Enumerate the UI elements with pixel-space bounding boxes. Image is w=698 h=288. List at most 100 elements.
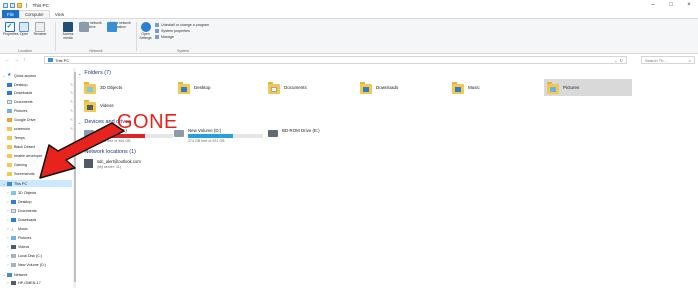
- sidebar-item-new-volume[interactable]: › New Volume (D:): [6, 261, 46, 268]
- refresh-icon[interactable]: ↻: [620, 58, 623, 63]
- download-icon: [7, 90, 12, 95]
- sidebar-item-pc-pictures[interactable]: › Pictures: [6, 234, 31, 241]
- folder-icon: [178, 81, 190, 94]
- folders-section-header[interactable]: ⌄ Folders (7): [78, 70, 111, 76]
- add-network-location-button[interactable]: Add a network location: [107, 21, 133, 32]
- chevron-right-icon[interactable]: ›: [6, 245, 10, 249]
- breadcrumb[interactable]: This PC: [55, 58, 69, 63]
- folder-tile-pictures[interactable]: Pictures: [544, 79, 632, 96]
- sidebar-item-pc-documents[interactable]: › Documents: [6, 207, 37, 214]
- maximize-button[interactable]: □: [662, 0, 680, 10]
- sidebar-item-screenshots[interactable]: Screenshots: [7, 170, 35, 177]
- forward-arrow-icon[interactable]: →: [14, 57, 19, 63]
- chevron-down-icon[interactable]: ⌄: [78, 120, 81, 125]
- chevron-right-icon[interactable]: ›: [6, 263, 10, 267]
- document-icon: [11, 208, 16, 213]
- sidebar-item-quick-access[interactable]: ⌄ ★ Quick access: [2, 72, 36, 79]
- sidebar-item-network[interactable]: ⌄ Network: [2, 271, 28, 278]
- this-pc-icon: [48, 58, 53, 62]
- chevron-right-icon[interactable]: ›: [6, 209, 10, 213]
- ribbon-group-network: Access media Map network drive Add a net…: [58, 21, 134, 53]
- sidebar-item-pictures[interactable]: Pictures ✎: [7, 107, 73, 114]
- sidebar-item-label: Quick access: [14, 73, 36, 78]
- folder-icon: [452, 81, 464, 94]
- back-arrow-icon[interactable]: ←: [5, 57, 10, 63]
- minimize-button[interactable]: –: [644, 0, 662, 10]
- access-media-button[interactable]: Access media: [59, 22, 77, 40]
- folder-name: Music: [468, 85, 480, 90]
- sidebar-item-desktop[interactable]: Desktop ✎: [7, 81, 73, 88]
- search-input[interactable]: Search Th... ⌕: [641, 56, 695, 64]
- folder-icon: [84, 99, 96, 112]
- chevron-right-icon[interactable]: ›: [6, 200, 10, 204]
- new-folder-icon[interactable]: [17, 2, 22, 8]
- open-button[interactable]: Open: [18, 22, 30, 37]
- network-location-name: sdc_alert@outlook.com: [97, 159, 141, 164]
- sidebar-item-this-pc[interactable]: ⌄ This PC: [0, 180, 72, 187]
- sidebar-item-google-drive[interactable]: Google Drive ✎: [7, 116, 73, 123]
- sidebar-item-temps[interactable]: Temps: [7, 134, 25, 141]
- properties-button[interactable]: ✓ Properties: [3, 22, 18, 37]
- star-icon: ★: [7, 72, 12, 78]
- sidebar-item-hp-omen[interactable]: › HP-OMEN-17: [6, 279, 41, 286]
- chevron-right-icon[interactable]: ›: [6, 191, 10, 195]
- optical-drive-icon: [268, 130, 278, 137]
- tab-file[interactable]: File: [2, 10, 19, 18]
- chevron-right-icon[interactable]: ›: [6, 218, 10, 222]
- chevron-right-icon[interactable]: ›: [6, 281, 10, 285]
- open-settings-button[interactable]: Open Settings: [138, 22, 153, 40]
- folder-tile-documents[interactable]: Documents: [268, 79, 358, 96]
- chevron-down-icon[interactable]: ⌄: [614, 58, 617, 63]
- folder-name: Videos: [100, 103, 114, 108]
- drive-usage-fill: [188, 134, 233, 138]
- manage-button[interactable]: Manage: [155, 35, 174, 39]
- sidebar-item-downloads[interactable]: Downloads ✎: [7, 89, 73, 96]
- sidebar-item-documents[interactable]: Documents ✎: [7, 98, 73, 105]
- sidebar-item-pc-desktop[interactable]: › Desktop: [6, 198, 32, 205]
- sidebar-item-3d-objects[interactable]: › 3D Objects: [6, 189, 36, 196]
- sidebar-item-local-disk[interactable]: › Local Disk (C:): [6, 252, 42, 259]
- chevron-down-icon[interactable]: ⌄: [2, 74, 6, 78]
- chevron-down-icon[interactable]: ⌄: [2, 182, 6, 186]
- uninstall-program-button[interactable]: Uninstall or change a program: [155, 23, 209, 27]
- sidebar-item-label: HP-OMEN-17: [18, 280, 41, 285]
- up-arrow-icon[interactable]: ↑: [23, 57, 26, 63]
- sidebar-item-screenion[interactable]: screenion ✎: [7, 125, 73, 132]
- chevron-down-icon[interactable]: ⌄: [78, 150, 81, 155]
- chevron-down-icon[interactable]: ⌄: [78, 71, 81, 76]
- map-network-drive-button[interactable]: Map network drive: [79, 21, 105, 32]
- close-button[interactable]: ×: [680, 0, 698, 10]
- folder-tile-3d-objects[interactable]: 3D Objects: [84, 79, 174, 96]
- sidebar-item-black-desert[interactable]: Black Desert: [7, 143, 35, 150]
- divider: [26, 2, 27, 8]
- sidebar-item-gaming[interactable]: Gaming: [7, 161, 27, 168]
- drive-tile-new-volume[interactable]: New Volume (D:) 374 GB free of 931 GB: [174, 128, 263, 143]
- content-pane: ⌄ Folders (7) 3D Objects Desktop Documen…: [78, 68, 698, 288]
- sidebar-item-pc-downloads[interactable]: › Downloads: [6, 216, 36, 223]
- folder-tile-desktop[interactable]: Desktop: [178, 79, 268, 96]
- system-properties-button[interactable]: System properties: [155, 29, 190, 33]
- sidebar-item-enable-developer[interactable]: enable developer: [7, 152, 42, 159]
- drive-tile-bd-rom[interactable]: BD-ROM Drive (E:): [268, 128, 320, 137]
- sidebar-item-pc-videos[interactable]: › Videos: [6, 243, 29, 250]
- network-section-header[interactable]: ⌄ Network locations (1): [78, 149, 136, 155]
- chevron-down-icon[interactable]: ⌄: [2, 273, 6, 277]
- group-label-system: System: [177, 49, 189, 53]
- rename-button[interactable]: Rename: [33, 22, 47, 37]
- checkmark-icon: ✓: [4, 22, 15, 32]
- chevron-right-icon[interactable]: ›: [6, 254, 10, 258]
- network-location-tile[interactable]: sdc_alert@outlook.com (My server: 11): [84, 159, 141, 169]
- google-drive-icon: [7, 117, 12, 122]
- folder-tile-downloads[interactable]: Downloads: [360, 79, 450, 96]
- scrollbar-thumb[interactable]: [73, 72, 76, 282]
- sidebar-scrollbar[interactable]: [73, 68, 76, 288]
- chevron-right-icon[interactable]: ›: [6, 227, 10, 231]
- properties-icon[interactable]: [10, 2, 15, 8]
- address-bar-row: ← → ↑ This PC ⌄ ↻ Search Th... ⌕: [0, 55, 698, 65]
- sidebar-item-pc-music[interactable]: › ♪ Music: [6, 225, 27, 233]
- tab-view[interactable]: View: [50, 10, 69, 18]
- tab-computer[interactable]: Computer: [18, 10, 50, 18]
- chevron-right-icon[interactable]: ›: [6, 236, 10, 240]
- folder-tile-music[interactable]: Music: [452, 79, 542, 96]
- address-field[interactable]: This PC ⌄ ↻: [44, 56, 627, 64]
